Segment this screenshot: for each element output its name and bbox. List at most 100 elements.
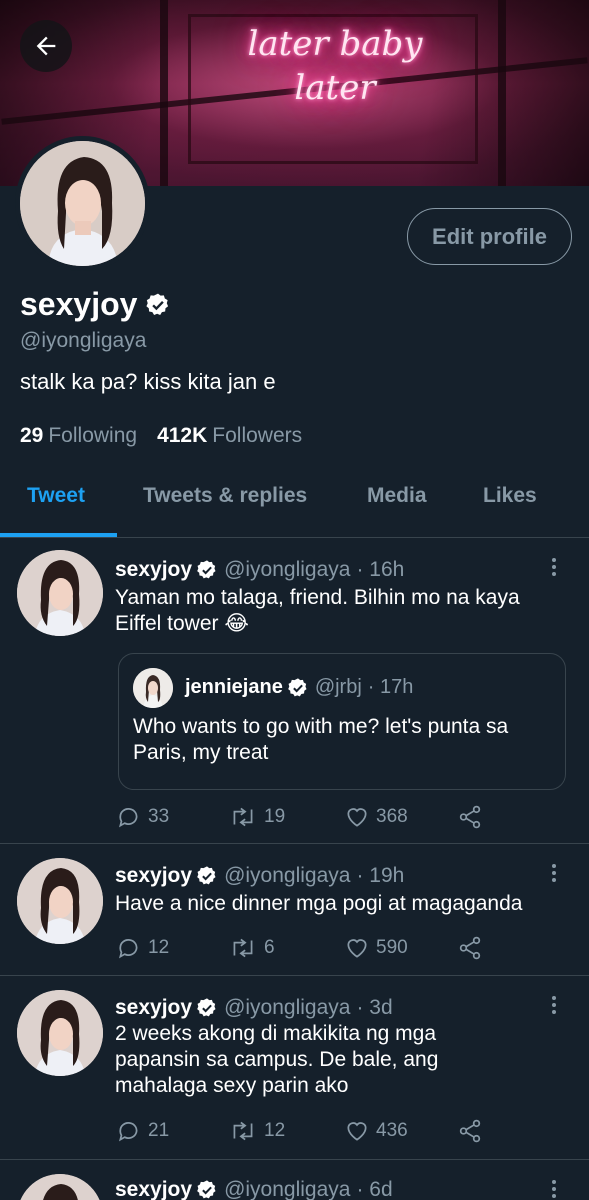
avatar-photo	[17, 550, 103, 636]
verified-badge-icon	[197, 998, 216, 1017]
avatar-photo	[17, 1174, 103, 1200]
more-options-icon[interactable]	[544, 864, 564, 882]
tweet-author-name[interactable]: sexyjoy	[115, 864, 192, 888]
retweet-icon	[233, 938, 253, 958]
tweet-author-handle: @iyongligaya	[224, 558, 351, 581]
retweet-count: 19	[264, 806, 286, 827]
active-tab-indicator	[0, 533, 117, 537]
retweet-icon	[233, 1121, 253, 1141]
following-label: Following	[48, 424, 138, 447]
tweet-actions: 21 12 436	[116, 1118, 496, 1146]
avatar-photo	[20, 141, 145, 266]
share-icon	[459, 805, 481, 829]
tweet-avatar[interactable]	[17, 1174, 103, 1200]
neon-sign: later baby later	[200, 22, 470, 110]
reply-count: 12	[148, 937, 170, 958]
profile-bio: stalk ka pa? kiss kita jan e	[20, 369, 276, 394]
reply-button[interactable]: 12	[116, 935, 169, 961]
edit-profile-button[interactable]: Edit profile	[407, 208, 572, 265]
tweet-timestamp: · 16h	[356, 558, 405, 581]
tweet-author-name[interactable]: sexyjoy	[115, 996, 192, 1020]
tweet-header: sexyjoy @iyongligaya · 6d	[115, 1178, 393, 1200]
tweet-item[interactable]: sexyjoy @iyongligaya · 19h Have a nice d…	[0, 844, 589, 976]
tweet-author-name[interactable]: sexyjoy	[115, 558, 192, 582]
neon-sign-line-1: later baby	[247, 24, 423, 64]
banner-beam	[160, 0, 168, 186]
retweet-button[interactable]: 12	[228, 1118, 285, 1144]
verified-badge-icon	[288, 677, 307, 696]
retweet-count: 12	[264, 1120, 286, 1141]
reply-button[interactable]: 21	[116, 1118, 169, 1144]
verified-badge-icon	[197, 1180, 216, 1199]
retweet-icon	[233, 807, 253, 827]
reply-button[interactable]: 33	[116, 804, 169, 830]
tweet-header: sexyjoy @iyongligaya · 16h	[115, 558, 404, 582]
like-count: 590	[376, 937, 408, 958]
back-button[interactable]	[20, 20, 72, 72]
profile-handle: @iyongligaya	[20, 329, 147, 352]
share-button[interactable]	[456, 935, 484, 961]
share-button[interactable]	[456, 1118, 484, 1144]
reply-icon	[118, 1122, 138, 1142]
quoted-tweet-text: Who wants to go with me? let's punta sa …	[133, 715, 509, 764]
retweet-button[interactable]: 6	[228, 935, 275, 961]
verified-badge-icon	[146, 293, 169, 315]
avatar-photo	[17, 858, 103, 944]
like-count: 368	[376, 806, 408, 827]
share-icon	[459, 1119, 481, 1143]
quoted-author-name: jenniejane	[185, 676, 283, 698]
followers-label: Followers	[212, 424, 303, 447]
reply-count: 21	[148, 1120, 170, 1141]
arrow-left-icon	[36, 36, 56, 56]
following-link[interactable]: 29 Following	[20, 424, 137, 448]
followers-count: 412K	[157, 424, 208, 447]
tweet-avatar[interactable]	[17, 858, 103, 944]
like-button[interactable]: 436	[344, 1118, 408, 1144]
tweet-text: 2 weeks akong di makikita ng mga papansi…	[115, 1022, 439, 1097]
profile-tabs: Tweet Tweets & replies Media Likes	[0, 470, 589, 538]
like-button[interactable]: 590	[344, 935, 408, 961]
tab-tweets-replies[interactable]: Tweets & replies	[143, 484, 307, 508]
profile-display-name: sexyjoy	[20, 286, 171, 323]
verified-badge-icon	[197, 560, 216, 579]
quoted-tweet[interactable]: jenniejane @jrbj · 17h Who wants to go w…	[118, 653, 566, 790]
tab-likes[interactable]: Likes	[483, 484, 537, 508]
tweet-item[interactable]: sexyjoy @iyongligaya · 16h Yaman mo tala…	[0, 538, 589, 844]
tweet-timestamp: · 19h	[356, 864, 405, 887]
tweet-text: Have a nice dinner mga pogi at magaganda	[115, 892, 523, 915]
heart-icon	[347, 939, 367, 958]
reply-icon	[118, 939, 138, 959]
share-icon	[459, 936, 481, 960]
tweet-author-name[interactable]: sexyjoy	[115, 1178, 192, 1200]
tab-tweet[interactable]: Tweet	[27, 484, 85, 508]
like-button[interactable]: 368	[344, 804, 408, 830]
share-button[interactable]	[456, 804, 484, 830]
reply-count: 33	[148, 806, 170, 827]
profile-avatar[interactable]	[15, 136, 150, 271]
avatar-photo	[17, 990, 103, 1076]
heart-icon	[347, 1122, 367, 1141]
more-options-icon[interactable]	[544, 1180, 564, 1198]
tweet-item[interactable]: sexyjoy @iyongligaya · 3d 2 weeks akong …	[0, 976, 589, 1160]
tab-media[interactable]: Media	[367, 484, 427, 508]
retweet-button[interactable]: 19	[228, 804, 285, 830]
tweet-avatar[interactable]	[17, 550, 103, 636]
tweet-avatar[interactable]	[17, 990, 103, 1076]
tweet-item[interactable]: sexyjoy @iyongligaya · 6d	[0, 1160, 589, 1200]
tweet-author-handle: @iyongligaya	[224, 1178, 351, 1200]
tweet-timestamp: · 6d	[356, 1178, 393, 1200]
tweet-author-handle: @iyongligaya	[224, 996, 351, 1019]
verified-badge-icon	[197, 866, 216, 885]
tweet-text: Yaman mo talaga, friend. Bilhin mo na ka…	[115, 586, 520, 635]
retweet-count: 6	[264, 937, 275, 958]
quoted-tweet-avatar	[133, 668, 173, 708]
following-count: 29	[20, 424, 44, 447]
like-count: 436	[376, 1120, 408, 1141]
followers-link[interactable]: 412K Followers	[157, 424, 302, 448]
tweet-actions: 12 6 590	[116, 935, 496, 963]
more-options-icon[interactable]	[544, 558, 564, 576]
quoted-tweet-header: jenniejane @jrbj · 17h	[185, 676, 413, 699]
banner-beam	[498, 0, 506, 186]
tweet-header: sexyjoy @iyongligaya · 19h	[115, 864, 404, 888]
more-options-icon[interactable]	[544, 996, 564, 1014]
